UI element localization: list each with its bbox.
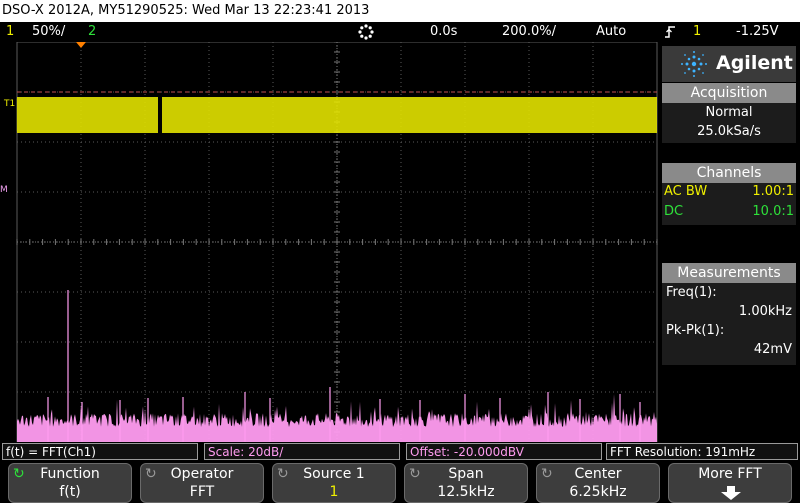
math-ground-marker[interactable]: M [0, 186, 8, 195]
waveform-canvas[interactable] [0, 41, 660, 443]
arrow-down-icon [721, 486, 741, 500]
agilent-spark-icon [681, 51, 707, 77]
trigger-source[interactable]: 1 [693, 22, 701, 42]
trigger-level[interactable]: -1.25V [736, 22, 779, 42]
trigger-position-marker[interactable] [76, 42, 86, 48]
waveform-display[interactable]: T1 M [0, 41, 660, 443]
ch2-coupling: DC [664, 204, 684, 219]
ch1-number[interactable]: 1 [6, 22, 14, 42]
softkey-bar: ↻ Function f(t) ↻ Operator FFT ↻ Source … [0, 462, 800, 503]
time-offset[interactable]: 0.0s [430, 22, 457, 42]
title-bar: DSO-X 2012A, MY51290525: Wed Mar 13 22:2… [0, 0, 800, 22]
ch1-probe: 1.00:1 [752, 184, 794, 199]
freq-value: 1.00kHz [738, 304, 792, 319]
acquisition-header[interactable]: Acquisition [662, 83, 796, 103]
freq-label: Freq(1): [666, 285, 717, 300]
operator-softkey[interactable]: ↻ Operator FFT [140, 463, 264, 503]
fft-noise-floor [17, 394, 657, 442]
math-offset-info: Offset: -20.000dBV [406, 443, 602, 460]
measurements-header[interactable]: Measurements [662, 263, 796, 283]
brand-name: Agilent [716, 52, 793, 74]
ch2-number[interactable]: 2 [88, 22, 96, 42]
timebase[interactable]: 200.0%/ [502, 22, 556, 42]
ch1-scale[interactable]: 50%/ [32, 22, 65, 42]
math-scale-info: Scale: 20dB/ [204, 443, 400, 460]
ch1-ground-marker[interactable]: T1 [4, 100, 15, 109]
pkpk-label: Pk-Pk(1): [666, 323, 725, 338]
function-softkey[interactable]: ↻ Function f(t) [8, 463, 132, 503]
brand-logo: Agilent [662, 46, 796, 82]
math-info-row: f(t) = FFT(Ch1) Scale: 20dB/ Offset: -20… [0, 443, 800, 461]
trigger-mode[interactable]: Auto [596, 22, 626, 42]
math-function-info: f(t) = FFT(Ch1) [2, 443, 198, 460]
ch1-trace [16, 97, 657, 133]
channels-header[interactable]: Channels [662, 163, 796, 183]
source1-softkey[interactable]: ↻ Source 1 1 [272, 463, 396, 503]
span-softkey[interactable]: ↻ Span 12.5kHz [404, 463, 528, 503]
acquisition-mode: Normal [705, 105, 753, 120]
ch1-gap [158, 97, 162, 133]
acquisition-panel: Normal 25.0kSa/s [662, 103, 796, 143]
fft-resolution-info: FFT Resolution: 191mHz [606, 443, 798, 460]
side-panel: Agilent Acquisition Normal 25.0kSa/s Cha… [660, 42, 800, 442]
ch2-probe: 10.0:1 [752, 204, 794, 219]
sample-rate: 25.0kSa/s [697, 124, 761, 139]
ch1-coupling: AC BW [664, 184, 708, 199]
measurements-panel: Freq(1): 1.00kHz Pk-Pk(1): 42mV [662, 283, 796, 365]
center-softkey[interactable]: ↻ Center 6.25kHz [536, 463, 660, 503]
status-bar: 1 50%/ 2 0.0s 200.0%/ Auto 1 -1.25V [0, 22, 800, 42]
more-fft-softkey[interactable]: More FFT [668, 463, 792, 503]
pkpk-value: 42mV [753, 342, 792, 357]
channels-panel: AC BW 1.00:1 DC 10.0:1 [662, 183, 796, 225]
